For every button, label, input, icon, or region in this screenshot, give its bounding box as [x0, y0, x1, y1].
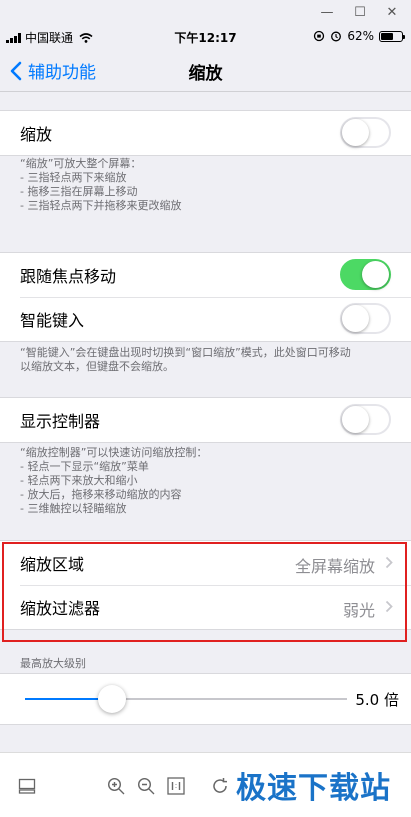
battery-percent: 62%	[347, 29, 374, 43]
controller-group: 显示控制器	[0, 397, 411, 443]
zoom-out-icon[interactable]	[137, 777, 155, 795]
follow-focus-label: 跟随焦点移动	[20, 267, 117, 286]
alarm-icon	[331, 31, 342, 42]
actual-size-icon[interactable]	[167, 777, 185, 795]
window-titlebar: — ☐ ✕	[0, 0, 411, 26]
zoom-toggle[interactable]	[340, 117, 391, 148]
battery-icon	[379, 30, 405, 42]
max-zoom-slider-row: 5.0 倍	[0, 674, 411, 724]
show-controller-row: 显示控制器	[0, 398, 411, 442]
max-zoom-value: 5.0 倍	[355, 691, 399, 709]
emulator-toolbar: 极速下载站	[0, 752, 411, 817]
site-watermark: 极速下载站	[236, 771, 391, 806]
zoom-label: 缩放	[20, 125, 53, 144]
highlight-box	[2, 542, 407, 642]
show-controller-toggle[interactable]	[340, 404, 391, 435]
rotation-lock-icon	[314, 30, 325, 42]
zoom-in-icon[interactable]	[107, 777, 125, 795]
follow-focus-toggle[interactable]	[340, 259, 391, 290]
smart-typing-description: “智能键入”会在键盘出现时切换到“窗口缩放”模式，此处窗口可移动 以缩放文本，但…	[20, 346, 351, 373]
show-controller-label: 显示控制器	[20, 412, 101, 431]
zoom-description: “缩放”可放大整个屏幕： - 三指轻点两下来缩放 - 拖移三指在屏幕上移动 - …	[20, 157, 182, 212]
follow-focus-row: 跟随焦点移动	[0, 253, 411, 297]
minimize-icon[interactable]: —	[316, 3, 338, 23]
maximize-icon[interactable]: ☐	[349, 3, 371, 23]
focus-group: 跟随焦点移动 智能键入	[0, 252, 411, 342]
zoom-group: 缩放	[0, 110, 411, 156]
page-title: 缩放	[188, 64, 223, 84]
max-zoom-slider[interactable]	[25, 698, 347, 700]
layout-icon[interactable]	[18, 777, 36, 795]
controller-description: “缩放控制器”可以快速访问缩放控制： - 轻点一下显示“缩放”菜单 - 轻点两下…	[20, 446, 208, 515]
slider-thumb[interactable]	[97, 685, 126, 713]
rotate-icon[interactable]	[211, 777, 229, 795]
max-zoom-header: 最高放大级别	[20, 657, 86, 670]
smart-typing-toggle[interactable]	[340, 303, 391, 334]
navigation-bar: 辅助功能 缩放	[0, 48, 411, 92]
max-zoom-group: 5.0 倍	[0, 673, 411, 725]
zoom-row: 缩放	[0, 111, 411, 155]
smart-typing-label: 智能键入	[20, 311, 85, 330]
close-icon[interactable]: ✕	[381, 3, 403, 23]
status-bar: 中国联通 下午12:17 62%	[0, 26, 411, 48]
smart-typing-row: 智能键入	[0, 297, 411, 341]
